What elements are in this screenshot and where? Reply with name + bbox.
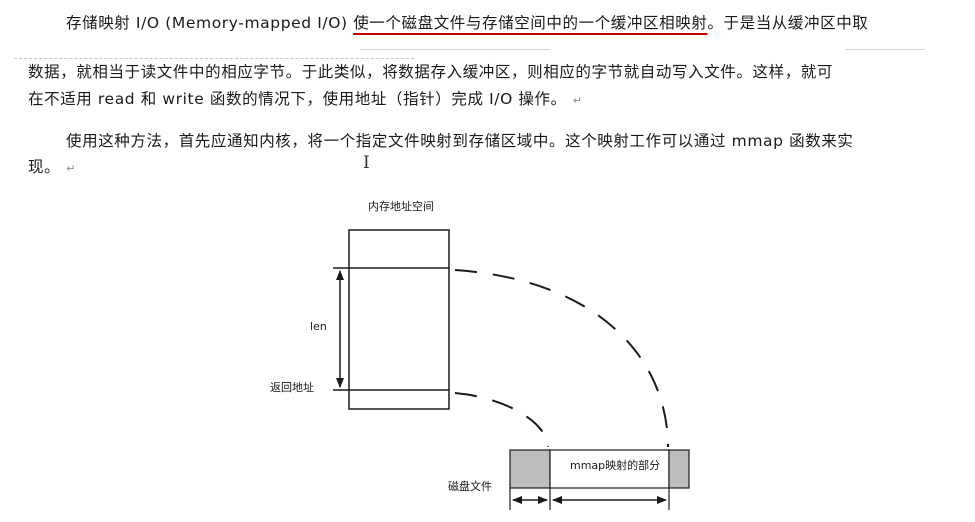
mmap-region-label: mmap映射的部分 bbox=[570, 458, 660, 472]
disk-file-left-shaded bbox=[509, 449, 551, 489]
return-address-label: 返回地址 bbox=[270, 380, 314, 394]
disk-file-right-shaded bbox=[668, 449, 690, 489]
mmap-diagram: 内存地址空间 len 返回地址 mmap映射的部分 磁盘文件 bbox=[270, 199, 690, 510]
memory-address-space-label: 内存地址空间 bbox=[368, 199, 434, 213]
memory-address-space-box bbox=[348, 229, 450, 410]
len-label: len bbox=[310, 320, 327, 333]
disk-file-label: 磁盘文件 bbox=[448, 479, 492, 493]
mapping-curve-outer bbox=[454, 269, 669, 448]
mapping-curve-inner bbox=[454, 392, 549, 448]
